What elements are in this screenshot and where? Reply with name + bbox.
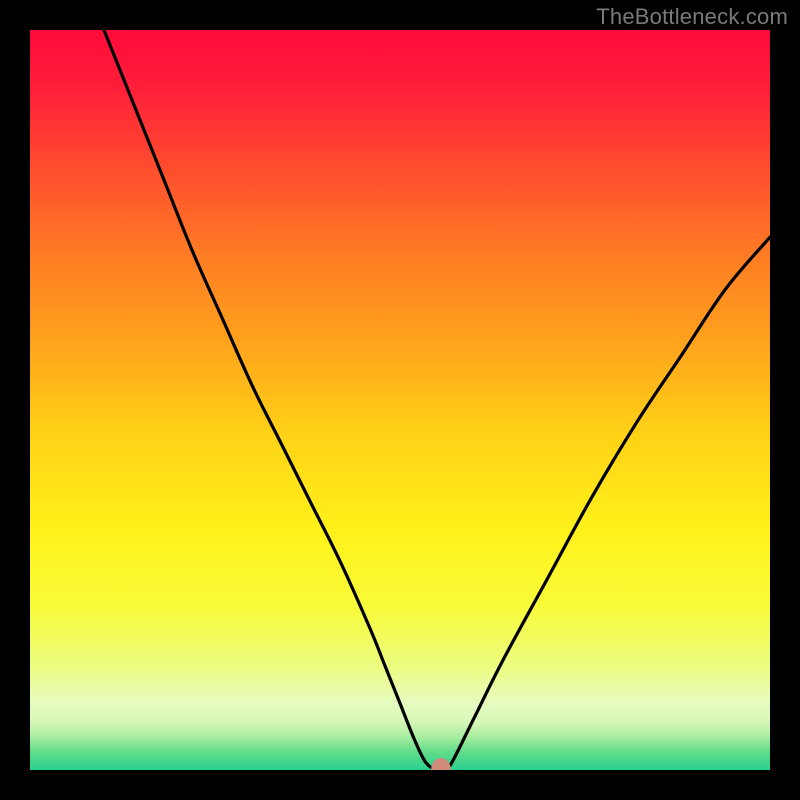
watermark-text: TheBottleneck.com [596, 4, 788, 30]
bottleneck-curve [30, 30, 770, 770]
plot-area [30, 30, 770, 770]
chart-frame: TheBottleneck.com [0, 0, 800, 800]
